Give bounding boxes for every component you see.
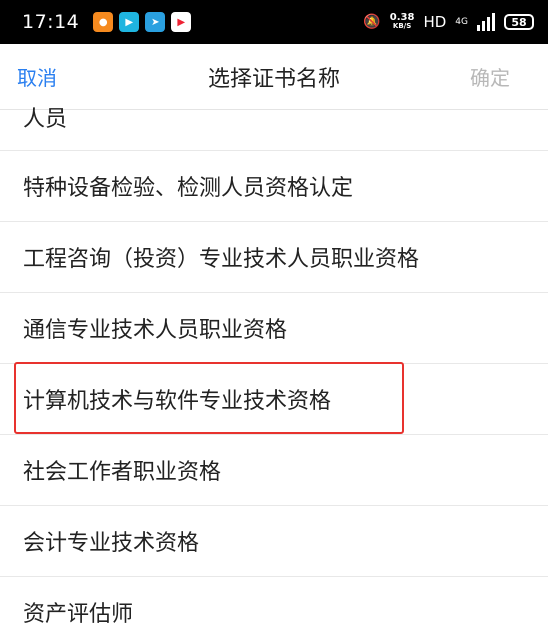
speed-unit: KB/S [392, 22, 412, 30]
hd-label: HD [423, 13, 447, 31]
uc-browser-icon: ● [93, 12, 114, 32]
cancel-button[interactable]: 取消 [17, 62, 57, 91]
list-item-label: 特种设备检验、检测人员资格认定 [23, 176, 354, 201]
list-item-label: 人员 [23, 107, 68, 132]
telegram-icon: ➤ [145, 12, 166, 32]
status-time: 17:14 [22, 11, 80, 33]
list-item[interactable]: 社会工作者职业资格 [0, 435, 548, 506]
network-speed: 0.38 KB/S [390, 13, 415, 31]
battery-icon: 58 [504, 14, 534, 30]
status-bar: 17:14 ● ▶ ➤ ▶ 🔕 0.38 KB/S HD 4G 58 [0, 0, 548, 44]
mute-icon: 🔕 [363, 14, 381, 30]
highlight-box [14, 362, 404, 434]
notification-icons: ● ▶ ➤ ▶ [93, 12, 192, 32]
list-item-label: 工程咨询（投资）专业技术人员职业资格 [23, 247, 420, 272]
list-item[interactable]: 特种设备检验、检测人员资格认定 [0, 151, 548, 222]
speed-value: 0.38 [389, 12, 415, 23]
list-item-label: 通信专业技术人员职业资格 [23, 318, 288, 343]
video-app-icon: ▶ [171, 12, 192, 32]
list-item[interactable]: 通信专业技术人员职业资格 [0, 293, 548, 364]
list-item-label: 资产评估师 [23, 602, 134, 627]
list-item[interactable]: 会计专业技术资格 [0, 506, 548, 577]
list-item[interactable]: 资产评估师 [0, 577, 548, 638]
page-title: 选择证书名称 [207, 66, 340, 92]
signal-icon [477, 13, 495, 31]
bilibili-icon: ▶ [119, 12, 140, 32]
list-item[interactable]: 人员 [0, 107, 548, 151]
nav-bar: 取消 选择证书名称 确定 [0, 44, 548, 110]
list-item-label: 会计专业技术资格 [23, 531, 200, 556]
list-item[interactable]: 工程咨询（投资）专业技术人员职业资格 [0, 222, 548, 293]
status-right: 🔕 0.38 KB/S HD 4G 58 [363, 13, 534, 31]
network-label: 4G [455, 17, 468, 27]
list-item-label: 社会工作者职业资格 [23, 460, 222, 485]
confirm-button[interactable]: 确定 [470, 62, 510, 91]
